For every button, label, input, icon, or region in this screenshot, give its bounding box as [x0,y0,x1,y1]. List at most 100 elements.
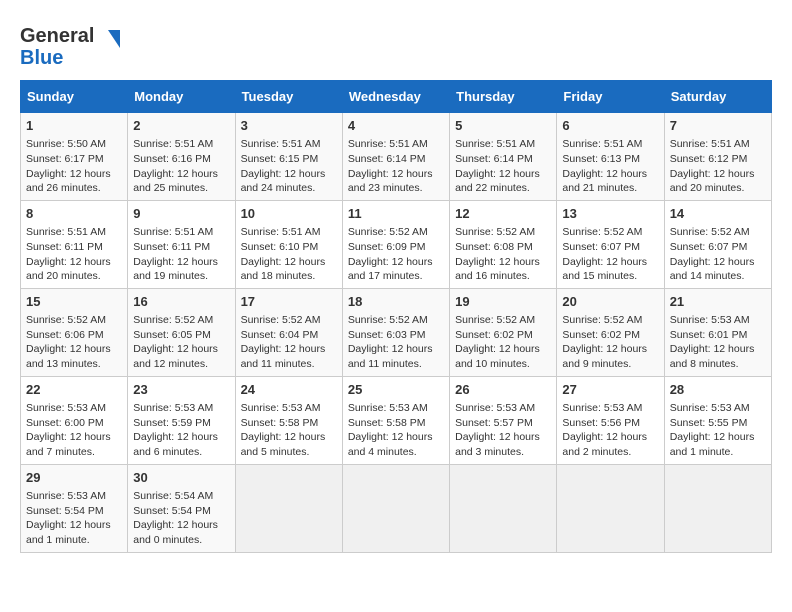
calendar-cell: 21Sunrise: 5:53 AMSunset: 6:01 PMDayligh… [664,288,771,376]
cell-content: Sunrise: 5:53 AMSunset: 5:58 PMDaylight:… [348,401,444,460]
day-number: 22 [26,381,122,399]
week-row-1: 1 Sunrise: 5:50 AMSunset: 6:17 PMDaylight… [21,113,772,201]
header-wednesday: Wednesday [342,81,449,113]
week-row-4: 22 Sunrise: 5:53 AMSunset: 6:00 PMDayligh… [21,376,772,464]
calendar-cell: 14 Sunrise: 5:52 AMSunset: 6:07 PMDayligh… [664,200,771,288]
cell-content: Sunrise: 5:51 AMSunset: 6:14 PMDaylight:… [348,137,444,196]
page-header: GeneralBlue [20,20,772,70]
calendar-cell: 29 Sunrise: 5:53 AMSunset: 5:54 PMDayligh… [21,464,128,552]
calendar-cell: 3 Sunrise: 5:51 AMSunset: 6:15 PMDaylight… [235,113,342,201]
day-number: 29 [26,469,122,487]
cell-content: Sunrise: 5:50 AMSunset: 6:17 PMDaylight:… [26,137,122,196]
day-number: 8 [26,205,122,223]
header-friday: Friday [557,81,664,113]
header-row: SundayMondayTuesdayWednesdayThursdayFrid… [21,81,772,113]
day-number: 27 [562,381,658,399]
calendar-cell: 26Sunrise: 5:53 AMSunset: 5:57 PMDayligh… [450,376,557,464]
cell-content: Sunrise: 5:51 AMSunset: 6:14 PMDaylight:… [455,137,551,196]
calendar-cell: 22 Sunrise: 5:53 AMSunset: 6:00 PMDayligh… [21,376,128,464]
calendar-cell: 12Sunrise: 5:52 AMSunset: 6:08 PMDayligh… [450,200,557,288]
week-row-3: 15Sunrise: 5:52 AMSunset: 6:06 PMDayligh… [21,288,772,376]
day-number: 15 [26,293,122,311]
calendar-cell: 20 Sunrise: 5:52 AMSunset: 6:02 PMDayligh… [557,288,664,376]
calendar-cell: 16 Sunrise: 5:52 AMSunset: 6:05 PMDayligh… [128,288,235,376]
calendar-body: 1 Sunrise: 5:50 AMSunset: 6:17 PMDaylight… [21,113,772,553]
svg-text:General: General [20,25,94,47]
cell-content: Sunrise: 5:51 AMSunset: 6:12 PMDaylight:… [670,137,766,196]
calendar-cell: 19 Sunrise: 5:52 AMSunset: 6:02 PMDayligh… [450,288,557,376]
day-number: 9 [133,205,229,223]
day-number: 3 [241,117,337,135]
day-number: 14 [670,205,766,223]
calendar-cell: 24 Sunrise: 5:53 AMSunset: 5:58 PMDayligh… [235,376,342,464]
cell-content: Sunrise: 5:52 AMSunset: 6:02 PMDaylight:… [562,313,658,372]
cell-content: Sunrise: 5:53 AMSunset: 5:57 PMDaylight:… [455,401,551,460]
cell-content: Sunrise: 5:51 AMSunset: 6:10 PMDaylight:… [241,225,337,284]
cell-content: Sunrise: 5:51 AMSunset: 6:15 PMDaylight:… [241,137,337,196]
cell-content: Sunrise: 5:52 AMSunset: 6:09 PMDaylight:… [348,225,444,284]
calendar-cell [557,464,664,552]
cell-content: Sunrise: 5:53 AMSunset: 6:00 PMDaylight:… [26,401,122,460]
logo-svg: GeneralBlue [20,20,130,70]
cell-content: Sunrise: 5:53 AMSunset: 5:58 PMDaylight:… [241,401,337,460]
cell-content: Sunrise: 5:52 AMSunset: 6:07 PMDaylight:… [670,225,766,284]
day-number: 17 [241,293,337,311]
cell-content: Sunrise: 5:52 AMSunset: 6:04 PMDaylight:… [241,313,337,372]
day-number: 2 [133,117,229,135]
day-number: 19 [455,293,551,311]
cell-content: Sunrise: 5:53 AMSunset: 5:59 PMDaylight:… [133,401,229,460]
svg-text:Blue: Blue [20,47,63,69]
calendar-cell: 17 Sunrise: 5:52 AMSunset: 6:04 PMDayligh… [235,288,342,376]
cell-content: Sunrise: 5:52 AMSunset: 6:05 PMDaylight:… [133,313,229,372]
week-row-5: 29 Sunrise: 5:53 AMSunset: 5:54 PMDayligh… [21,464,772,552]
calendar-cell [450,464,557,552]
day-number: 6 [562,117,658,135]
calendar-cell: 11 Sunrise: 5:52 AMSunset: 6:09 PMDayligh… [342,200,449,288]
cell-content: Sunrise: 5:52 AMSunset: 6:03 PMDaylight:… [348,313,444,372]
calendar-cell: 28 Sunrise: 5:53 AMSunset: 5:55 PMDayligh… [664,376,771,464]
calendar-cell: 27 Sunrise: 5:53 AMSunset: 5:56 PMDayligh… [557,376,664,464]
day-number: 13 [562,205,658,223]
cell-content: Sunrise: 5:53 AMSunset: 6:01 PMDaylight:… [670,313,766,372]
day-number: 28 [670,381,766,399]
calendar-cell: 1 Sunrise: 5:50 AMSunset: 6:17 PMDaylight… [21,113,128,201]
day-number: 16 [133,293,229,311]
day-number: 12 [455,205,551,223]
day-number: 20 [562,293,658,311]
cell-content: Sunrise: 5:51 AMSunset: 6:16 PMDaylight:… [133,137,229,196]
day-number: 18 [348,293,444,311]
cell-content: Sunrise: 5:53 AMSunset: 5:54 PMDaylight:… [26,489,122,548]
day-number: 24 [241,381,337,399]
day-number: 11 [348,205,444,223]
calendar-cell: 10Sunrise: 5:51 AMSunset: 6:10 PMDayligh… [235,200,342,288]
calendar-table: SundayMondayTuesdayWednesdayThursdayFrid… [20,80,772,553]
calendar-cell: 9 Sunrise: 5:51 AMSunset: 6:11 PMDaylight… [128,200,235,288]
calendar-header: SundayMondayTuesdayWednesdayThursdayFrid… [21,81,772,113]
calendar-cell: 15Sunrise: 5:52 AMSunset: 6:06 PMDayligh… [21,288,128,376]
day-number: 4 [348,117,444,135]
header-sunday: Sunday [21,81,128,113]
day-number: 1 [26,117,122,135]
calendar-cell: 6 Sunrise: 5:51 AMSunset: 6:13 PMDaylight… [557,113,664,201]
header-monday: Monday [128,81,235,113]
header-thursday: Thursday [450,81,557,113]
calendar-cell: 2 Sunrise: 5:51 AMSunset: 6:16 PMDaylight… [128,113,235,201]
cell-content: Sunrise: 5:53 AMSunset: 5:56 PMDaylight:… [562,401,658,460]
calendar-cell [664,464,771,552]
logo: GeneralBlue [20,20,130,70]
cell-content: Sunrise: 5:52 AMSunset: 6:02 PMDaylight:… [455,313,551,372]
header-saturday: Saturday [664,81,771,113]
calendar-cell: 7Sunrise: 5:51 AMSunset: 6:12 PMDaylight… [664,113,771,201]
calendar-cell: 18 Sunrise: 5:52 AMSunset: 6:03 PMDayligh… [342,288,449,376]
calendar-cell: 8Sunrise: 5:51 AMSunset: 6:11 PMDaylight… [21,200,128,288]
cell-content: Sunrise: 5:51 AMSunset: 6:11 PMDaylight:… [133,225,229,284]
header-tuesday: Tuesday [235,81,342,113]
cell-content: Sunrise: 5:51 AMSunset: 6:13 PMDaylight:… [562,137,658,196]
week-row-2: 8 Sunrise: 5:51 AMSunset: 6:11 PMDaylight… [21,200,772,288]
calendar-cell: 23Sunrise: 5:53 AMSunset: 5:59 PMDayligh… [128,376,235,464]
calendar-cell: 30Sunrise: 5:54 AMSunset: 5:54 PMDayligh… [128,464,235,552]
calendar-cell: 25Sunrise: 5:53 AMSunset: 5:58 PMDayligh… [342,376,449,464]
calendar-cell [342,464,449,552]
cell-content: Sunrise: 5:53 AMSunset: 5:55 PMDaylight:… [670,401,766,460]
day-number: 30 [133,469,229,487]
